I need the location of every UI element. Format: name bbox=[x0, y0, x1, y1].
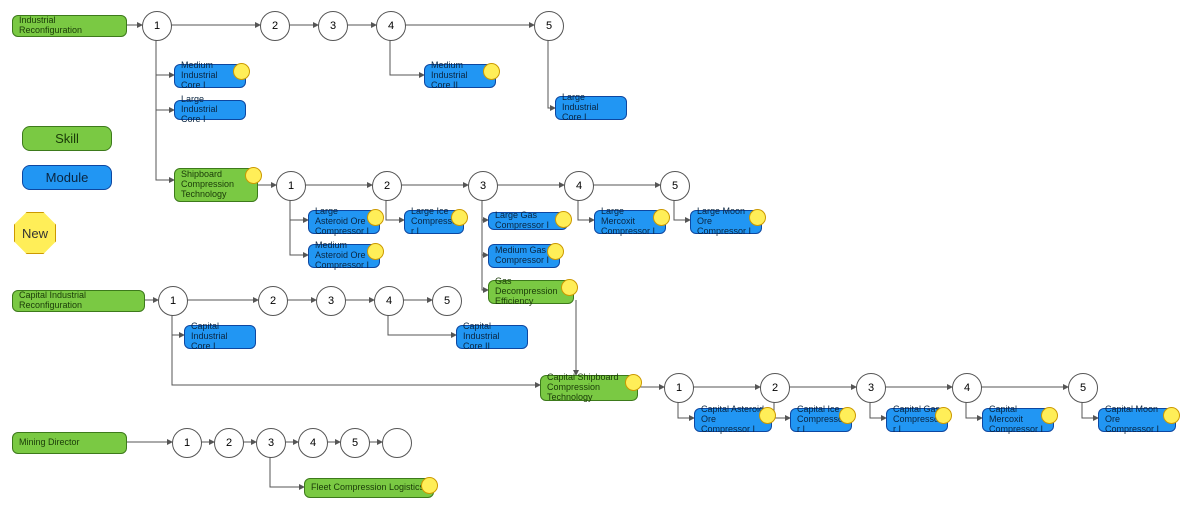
level-node[interactable]: 4 bbox=[298, 428, 328, 458]
module-large-moon-ore-comp[interactable]: Large Moon Ore Compressor I bbox=[690, 210, 762, 234]
skill-fleet-compression-logistics[interactable]: Fleet Compression Logistics bbox=[304, 478, 434, 498]
level-node[interactable]: 2 bbox=[760, 373, 790, 403]
module-capital-moon-ore-comp[interactable]: Capital Moon Ore Compressor I bbox=[1098, 408, 1176, 432]
new-badge bbox=[1041, 407, 1058, 424]
new-badge bbox=[555, 211, 572, 228]
level-node[interactable]: 1 bbox=[276, 171, 306, 201]
new-badge bbox=[367, 209, 384, 226]
new-badge bbox=[625, 374, 642, 391]
level-node[interactable]: 2 bbox=[258, 286, 288, 316]
level-node[interactable]: 1 bbox=[664, 373, 694, 403]
module-large-ice-comp[interactable]: Large Ice Compressor I bbox=[404, 210, 464, 234]
new-badge bbox=[759, 407, 776, 424]
level-node[interactable]: 5 bbox=[660, 171, 690, 201]
level-node[interactable]: 2 bbox=[214, 428, 244, 458]
new-badge bbox=[483, 63, 500, 80]
skill-mining-director[interactable]: Mining Director bbox=[12, 432, 127, 454]
legend-skill: Skill bbox=[22, 126, 112, 151]
module-large-asteroid-ore-comp[interactable]: Large Asteroid Ore Compressor I bbox=[308, 210, 380, 234]
level-node[interactable]: 2 bbox=[372, 171, 402, 201]
module-medium-industrial-core-1[interactable]: Medium Industrial Core I bbox=[174, 64, 246, 88]
skill-capital-shipboard-compression[interactable]: Capital Shipboard Compression Technology bbox=[540, 375, 638, 401]
level-node[interactable]: 4 bbox=[564, 171, 594, 201]
module-medium-gas-comp[interactable]: Medium Gas Compressor I bbox=[488, 244, 560, 268]
new-badge bbox=[839, 407, 856, 424]
level-node[interactable]: 5 bbox=[1068, 373, 1098, 403]
new-badge bbox=[653, 209, 670, 226]
skill-gas-decompression[interactable]: Gas Decompression Efficiency bbox=[488, 280, 574, 304]
new-badge bbox=[935, 407, 952, 424]
level-node[interactable]: 1 bbox=[142, 11, 172, 41]
level-node[interactable]: 1 bbox=[172, 428, 202, 458]
level-node[interactable]: 5 bbox=[432, 286, 462, 316]
level-node[interactable]: 5 bbox=[340, 428, 370, 458]
module-capital-industrial-core-2[interactable]: Capital Industrial Core II bbox=[456, 325, 528, 349]
level-node[interactable]: 4 bbox=[374, 286, 404, 316]
new-badge bbox=[367, 243, 384, 260]
module-large-industrial-core-1[interactable]: Large Industrial Core I bbox=[174, 100, 246, 120]
level-node[interactable]: 3 bbox=[316, 286, 346, 316]
module-capital-ice-comp[interactable]: Capital Ice Compressor I bbox=[790, 408, 852, 432]
new-badge bbox=[245, 167, 262, 184]
module-capital-gas-comp[interactable]: Capital Gas Compressor I bbox=[886, 408, 948, 432]
new-badge bbox=[561, 279, 578, 296]
legend-module: Module bbox=[22, 165, 112, 190]
level-node[interactable]: 5 bbox=[534, 11, 564, 41]
skill-capital-industrial-reconfiguration[interactable]: Capital Industrial Reconfiguration bbox=[12, 290, 145, 312]
new-badge bbox=[421, 477, 438, 494]
module-medium-asteroid-ore-comp[interactable]: Medium Asteroid Ore Compressor I bbox=[308, 244, 380, 268]
level-node[interactable]: 4 bbox=[376, 11, 406, 41]
module-medium-industrial-core-2[interactable]: Medium Industrial Core II bbox=[424, 64, 496, 88]
module-large-gas-comp[interactable]: Large Gas Compressor I bbox=[488, 212, 568, 230]
level-node[interactable]: 3 bbox=[318, 11, 348, 41]
level-node[interactable]: 3 bbox=[256, 428, 286, 458]
level-node[interactable]: 3 bbox=[468, 171, 498, 201]
legend-new: New bbox=[14, 212, 56, 254]
level-node[interactable]: 4 bbox=[952, 373, 982, 403]
new-badge bbox=[451, 209, 468, 226]
module-capital-asteroid-ore-comp[interactable]: Capital Asteroid Ore Compressor I bbox=[694, 408, 772, 432]
new-badge bbox=[233, 63, 250, 80]
skill-industrial-reconfiguration[interactable]: Industrial Reconfiguration bbox=[12, 15, 127, 37]
new-badge bbox=[547, 243, 564, 260]
module-large-mercoxit-comp[interactable]: Large Mercoxit Compressor I bbox=[594, 210, 666, 234]
module-capital-industrial-core-1[interactable]: Capital Industrial Core I bbox=[184, 325, 256, 349]
level-node[interactable] bbox=[382, 428, 412, 458]
level-node[interactable]: 2 bbox=[260, 11, 290, 41]
new-badge bbox=[749, 209, 766, 226]
skill-shipboard-compression[interactable]: Shipboard Compression Technology bbox=[174, 168, 258, 202]
skill-tree-diagram: Skill Module New Industrial Reconfigurat… bbox=[0, 0, 1200, 519]
level-node[interactable]: 3 bbox=[856, 373, 886, 403]
new-badge bbox=[1163, 407, 1180, 424]
module-large-industrial-core[interactable]: Large Industrial Core I bbox=[555, 96, 627, 120]
level-node[interactable]: 1 bbox=[158, 286, 188, 316]
module-capital-mercoxit-comp[interactable]: Capital Mercoxit Compressor I bbox=[982, 408, 1054, 432]
